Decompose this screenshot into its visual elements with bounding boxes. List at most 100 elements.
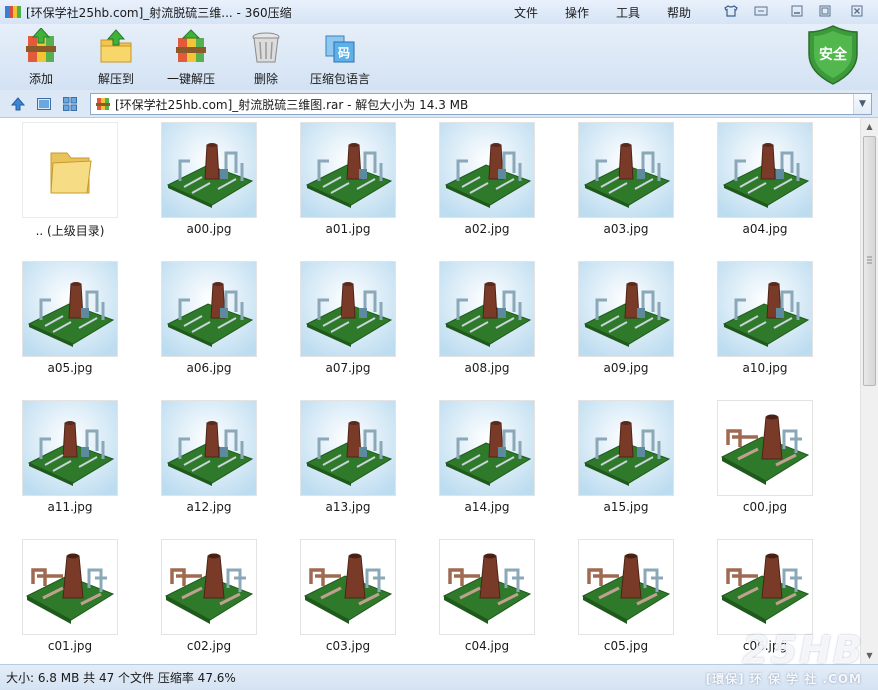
file-name-label: a12.jpg [186, 500, 232, 514]
file-name-label: c03.jpg [325, 639, 371, 653]
archive-language-icon: 码 [322, 28, 358, 66]
file-name-label: a02.jpg [464, 222, 510, 236]
file-name-label: a04.jpg [742, 222, 788, 236]
archive-file-icon [95, 96, 111, 112]
file-item[interactable]: a01.jpg [289, 118, 409, 248]
file-name-label: a08.jpg [464, 361, 510, 375]
one-click-extract-button[interactable]: 一键解压 [151, 28, 231, 88]
security-shield-icon[interactable]: 安全 [806, 24, 860, 86]
image-thumbnail [578, 261, 674, 357]
file-item[interactable]: a05.jpg [11, 257, 131, 387]
image-thumbnail [161, 539, 257, 635]
delete-button[interactable]: 删除 [226, 28, 306, 88]
folder-icon [22, 122, 118, 218]
one-click-extract-label: 一键解压 [166, 72, 215, 86]
feedback-icon[interactable] [752, 3, 770, 19]
skin-icon[interactable] [722, 3, 740, 19]
file-item[interactable]: c05.jpg [567, 535, 687, 664]
menu-bar: 文件 操作 工具 帮助 [514, 4, 691, 21]
file-item[interactable]: c00.jpg [706, 396, 826, 526]
file-item[interactable]: c02.jpg [150, 535, 270, 664]
image-thumbnail [300, 122, 396, 218]
image-thumbnail [161, 400, 257, 496]
file-item[interactable]: a11.jpg [11, 396, 131, 526]
file-name-label: c04.jpg [464, 639, 510, 653]
add-button[interactable]: 添加 [1, 27, 81, 88]
file-item[interactable]: a15.jpg [567, 396, 687, 526]
file-item[interactable]: a14.jpg [428, 396, 548, 526]
path-dropdown-icon[interactable]: ▼ [853, 94, 871, 114]
svg-text:码: 码 [338, 46, 350, 60]
file-item[interactable]: a06.jpg [150, 257, 270, 387]
file-name-label: a06.jpg [186, 361, 232, 375]
up-arrow-icon[interactable] [10, 96, 26, 112]
file-item[interactable]: a10.jpg [706, 257, 826, 387]
image-thumbnail [22, 261, 118, 357]
vertical-scrollbar[interactable]: ▲ ▼ [860, 118, 878, 664]
status-text: 大小: 6.8 MB 共 47 个文件 压缩率 47.6% [6, 671, 236, 685]
security-badge-text: 安全 [819, 47, 847, 63]
file-name-label: .. (上级目录) [35, 224, 105, 238]
file-name-label: a07.jpg [325, 361, 371, 375]
menu-operate[interactable]: 操作 [565, 4, 589, 21]
title-bar: [环保学社25hb.com]_射流脱硫三维... - 360压缩 [0, 0, 878, 24]
archive-language-label: 压缩包语言 [309, 72, 370, 86]
file-name-label: a09.jpg [603, 361, 649, 375]
add-archive-icon [23, 27, 59, 66]
close-icon[interactable] [848, 3, 866, 19]
watermark-text: 25HB [742, 628, 864, 672]
file-item[interactable]: a09.jpg [567, 257, 687, 387]
path-field[interactable]: [环保学社25hb.com]_射流脱硫三维图.rar - 解包大小为 14.3 … [90, 93, 872, 115]
file-item[interactable]: a07.jpg [289, 257, 409, 387]
archive-language-button[interactable]: 码 压缩包语言 [300, 28, 380, 88]
image-thumbnail [439, 122, 535, 218]
file-item[interactable]: a13.jpg [289, 396, 409, 526]
file-item[interactable]: a00.jpg [150, 118, 270, 248]
one-click-extract-icon [173, 28, 209, 66]
file-name-label: a10.jpg [742, 361, 788, 375]
image-thumbnail [300, 261, 396, 357]
file-name-label: a00.jpg [186, 222, 232, 236]
delete-bin-icon [248, 28, 284, 66]
file-name-label: c00.jpg [742, 500, 788, 514]
file-name-label: c05.jpg [603, 639, 649, 653]
scroll-up-icon[interactable]: ▲ [861, 118, 878, 135]
file-item[interactable]: a02.jpg [428, 118, 548, 248]
thumbnail-view-icon[interactable] [62, 96, 78, 112]
menu-file[interactable]: 文件 [514, 4, 538, 21]
file-name-label: c02.jpg [186, 639, 232, 653]
address-bar: [环保学社25hb.com]_射流脱硫三维图.rar - 解包大小为 14.3 … [0, 90, 878, 118]
file-name-label: c01.jpg [47, 639, 93, 653]
file-item[interactable]: a12.jpg [150, 396, 270, 526]
parent-folder-item[interactable]: .. (上级目录) [11, 118, 131, 248]
window-title: [环保学社25hb.com]_射流脱硫三维... - 360压缩 [26, 5, 292, 20]
extract-to-label: 解压到 [97, 72, 134, 86]
file-item[interactable]: a03.jpg [567, 118, 687, 248]
minimize-icon[interactable] [788, 3, 806, 19]
archive-app-icon [5, 5, 21, 19]
menu-tools[interactable]: 工具 [616, 4, 640, 21]
watermark-logo: 25HB [環保] 环 保 学 社 .COM [704, 628, 864, 688]
image-thumbnail [717, 539, 813, 635]
file-name-label: a14.jpg [464, 500, 510, 514]
scrollbar-thumb[interactable] [863, 136, 876, 386]
delete-label: 删除 [253, 72, 278, 86]
image-thumbnail [439, 539, 535, 635]
file-item[interactable]: c01.jpg [11, 535, 131, 664]
menu-help[interactable]: 帮助 [667, 4, 691, 21]
image-thumbnail [717, 261, 813, 357]
image-thumbnail [439, 261, 535, 357]
maximize-icon[interactable] [816, 3, 834, 19]
file-item[interactable]: a04.jpg [706, 118, 826, 248]
file-name-label: a03.jpg [603, 222, 649, 236]
file-name-label: a11.jpg [47, 500, 93, 514]
image-thumbnail [161, 261, 257, 357]
image-thumbnail [578, 539, 674, 635]
archive-path-text: [环保学社25hb.com]_射流脱硫三维图.rar - 解包大小为 14.3 … [115, 97, 469, 112]
file-name-label: a13.jpg [325, 500, 371, 514]
file-item[interactable]: c03.jpg [289, 535, 409, 664]
file-item[interactable]: a08.jpg [428, 257, 548, 387]
list-view-icon[interactable] [36, 96, 52, 112]
file-item[interactable]: c04.jpg [428, 535, 548, 664]
extract-to-button[interactable]: 解压到 [76, 28, 156, 88]
